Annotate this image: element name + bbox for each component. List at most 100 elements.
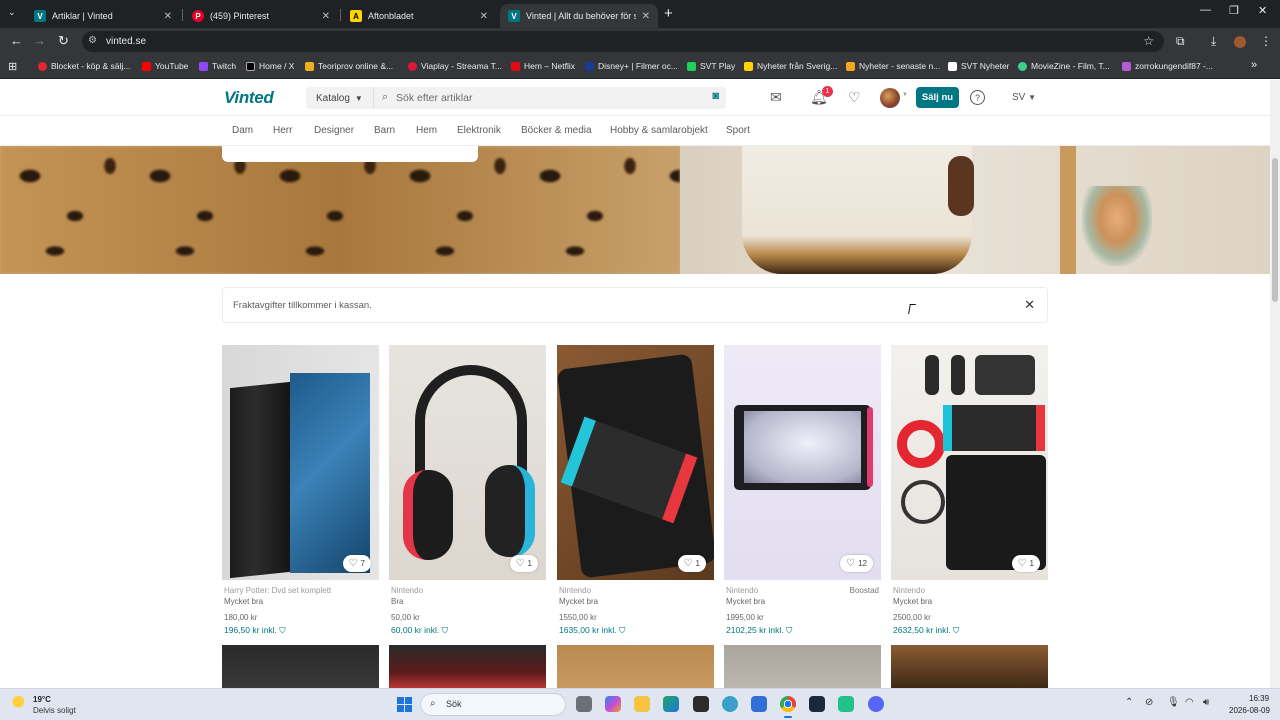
- reload-icon[interactable]: ↻: [58, 33, 69, 49]
- nav-hem[interactable]: Hem: [416, 125, 437, 136]
- more-bookmarks-chevron-icon[interactable]: »: [1251, 59, 1257, 71]
- language-selector[interactable]: SV ▼: [1012, 92, 1036, 103]
- close-tab-icon[interactable]: ✕: [642, 11, 650, 22]
- item-photo[interactable]: ♡ 1: [557, 345, 714, 580]
- profile-avatar-icon[interactable]: [1234, 36, 1246, 48]
- xbox-app-icon[interactable]: [838, 696, 854, 712]
- vinted-logo[interactable]: Vinted: [224, 88, 274, 108]
- item-photo[interactable]: ♡ 1: [891, 345, 1048, 580]
- steam-icon[interactable]: [809, 696, 825, 712]
- taskbar-clock-date[interactable]: 2026-08-09: [1229, 706, 1270, 715]
- buyer-protection-shield-icon[interactable]: ⛉: [786, 625, 792, 635]
- bookmark-teoriprov[interactable]: Teoriprov online &...: [305, 61, 393, 71]
- item-photo[interactable]: [389, 645, 546, 688]
- catalog-dropdown[interactable]: Katalog ▼: [306, 87, 374, 109]
- taskbar-clock-time[interactable]: 16:39: [1249, 694, 1269, 703]
- volume-icon[interactable]: 🔊︎: [1203, 697, 1209, 708]
- item-card[interactable]: ♡ 1 Nintendo Mycket bra 2500,00 kr 2632,5…: [891, 345, 1048, 635]
- user-avatar[interactable]: [880, 88, 900, 108]
- nav-designer[interactable]: Designer: [314, 125, 354, 136]
- weather-temperature[interactable]: 19°C: [33, 695, 51, 704]
- close-tab-icon[interactable]: ✕: [164, 11, 172, 22]
- buyer-protection-shield-icon[interactable]: ⛉: [619, 625, 625, 635]
- forward-arrow-icon[interactable]: →: [33, 33, 46, 48]
- windows-start-icon[interactable]: [397, 697, 412, 712]
- close-icon[interactable]: ✕: [1024, 297, 1035, 313]
- help-question-icon[interactable]: ?: [970, 90, 985, 105]
- bookmark-svt-nyheter[interactable]: SVT Nyheter: [948, 61, 1010, 71]
- browser-tab-aftonbladet[interactable]: A Aftonbladet ✕: [342, 4, 496, 28]
- copilot-icon[interactable]: [605, 696, 621, 712]
- network-icon[interactable]: ⊘: [1145, 697, 1153, 708]
- item-photo[interactable]: [891, 645, 1048, 688]
- bookmark-disney[interactable]: Disney+ | Filmer oc...: [585, 61, 678, 71]
- bookmark-netflix[interactable]: Hem – Netflix: [511, 61, 575, 71]
- bookmark-youtube[interactable]: YouTube: [142, 61, 188, 71]
- chevron-down-icon[interactable]: ▼: [902, 92, 908, 98]
- nav-bocker-media[interactable]: Böcker & media: [521, 125, 592, 136]
- mail-icon[interactable]: [751, 696, 767, 712]
- bookmark-viaplay[interactable]: Viaplay - Streama T...: [408, 61, 502, 71]
- sell-now-button[interactable]: Sälj nu: [916, 87, 959, 108]
- wifi-icon[interactable]: ◠: [1185, 697, 1194, 708]
- bookmark-nyheter-sverige[interactable]: Nyheter från Sverig...: [744, 61, 837, 71]
- back-arrow-icon[interactable]: ←: [10, 33, 23, 48]
- search-input[interactable]: [396, 90, 696, 106]
- buyer-protection-shield-icon[interactable]: ⛉: [279, 625, 285, 635]
- inbox-envelope-icon[interactable]: ✉: [770, 89, 782, 106]
- browser-tab-vinted-active[interactable]: V Vinted | Allt du behöver för sec ✕: [500, 4, 658, 28]
- bookmark-zorrokungen[interactable]: zorrokungendif87 -...: [1122, 61, 1213, 71]
- item-photo[interactable]: [557, 645, 714, 688]
- buyer-protection-shield-icon[interactable]: ⛉: [953, 625, 959, 635]
- chrome-icon[interactable]: [780, 696, 796, 718]
- partly-sunny-weather-icon[interactable]: [12, 696, 28, 710]
- extensions-icon[interactable]: ⧉: [1176, 34, 1185, 49]
- show-hidden-icons-chevron-icon[interactable]: ⌃: [1125, 697, 1133, 708]
- downloads-icon[interactable]: ⤓: [1211, 34, 1216, 49]
- nav-barn[interactable]: Barn: [374, 125, 395, 136]
- menu-kebab-icon[interactable]: ⋮: [1260, 34, 1272, 48]
- item-card[interactable]: ♡ 12 Nintendo Boostad Mycket bra 1995,00 …: [724, 345, 881, 635]
- address-bar[interactable]: ⚙ vinted.se ☆: [82, 31, 1164, 52]
- taskbar-search-box[interactable]: ⌕ Sök: [420, 693, 566, 716]
- bookmark-blocket[interactable]: Blocket - köp & sälj...: [38, 61, 130, 71]
- task-view-icon[interactable]: [576, 696, 592, 712]
- weather-description[interactable]: Delvis soligt: [33, 706, 76, 715]
- browser-tab-pinterest[interactable]: P (459) Pinterest ✕: [184, 4, 338, 28]
- item-photo[interactable]: ♡ 1: [389, 345, 546, 580]
- minimize-window-icon[interactable]: —: [1200, 4, 1211, 16]
- scrollbar-thumb[interactable]: [1272, 158, 1278, 302]
- bookmark-nyheter-senaste[interactable]: Nyheter - senaste n...: [846, 61, 940, 71]
- item-photo[interactable]: [724, 645, 881, 688]
- nav-herr[interactable]: Herr: [273, 125, 292, 136]
- bookmark-moviezine[interactable]: MovieZine - Film, T...: [1018, 61, 1110, 71]
- bookmark-twitch[interactable]: Twitch: [199, 61, 236, 71]
- favorite-button[interactable]: ♡ 1: [1011, 555, 1040, 572]
- camera-search-icon[interactable]: ◙: [712, 90, 719, 102]
- item-photo[interactable]: [222, 645, 379, 688]
- close-window-icon[interactable]: ✕: [1258, 4, 1267, 17]
- item-card[interactable]: ♡ 7 Harry Potter: Dvd set komplett Mycket…: [222, 345, 379, 635]
- bookmark-star-icon[interactable]: ☆: [1143, 34, 1154, 48]
- item-photo[interactable]: ♡ 7: [222, 345, 379, 580]
- microsoft-store-icon[interactable]: [693, 696, 709, 712]
- nav-sport[interactable]: Sport: [726, 125, 750, 136]
- discord-icon[interactable]: [868, 696, 884, 712]
- nav-elektronik[interactable]: Elektronik: [457, 125, 501, 136]
- restore-window-icon[interactable]: ❐: [1229, 4, 1239, 17]
- edge-browser-icon[interactable]: [663, 696, 679, 712]
- file-explorer-icon[interactable]: [634, 696, 650, 712]
- nav-dam[interactable]: Dam: [232, 125, 253, 136]
- favorite-button[interactable]: ♡ 7: [342, 555, 371, 572]
- item-photo[interactable]: ♡ 12: [724, 345, 881, 580]
- favorite-button[interactable]: ♡ 12: [840, 555, 873, 572]
- tab-search-chevron-icon[interactable]: ⌄: [8, 7, 16, 18]
- close-tab-icon[interactable]: ✕: [480, 11, 488, 22]
- address-url[interactable]: vinted.se: [106, 36, 146, 47]
- new-tab-plus-icon[interactable]: +: [664, 5, 673, 22]
- buyer-protection-shield-icon[interactable]: ⛉: [442, 625, 448, 635]
- bookmark-svt-play[interactable]: SVT Play: [687, 61, 735, 71]
- globe-app-icon[interactable]: [722, 696, 738, 712]
- page-scrollbar[interactable]: [1270, 80, 1280, 688]
- favorite-button[interactable]: ♡ 1: [677, 555, 706, 572]
